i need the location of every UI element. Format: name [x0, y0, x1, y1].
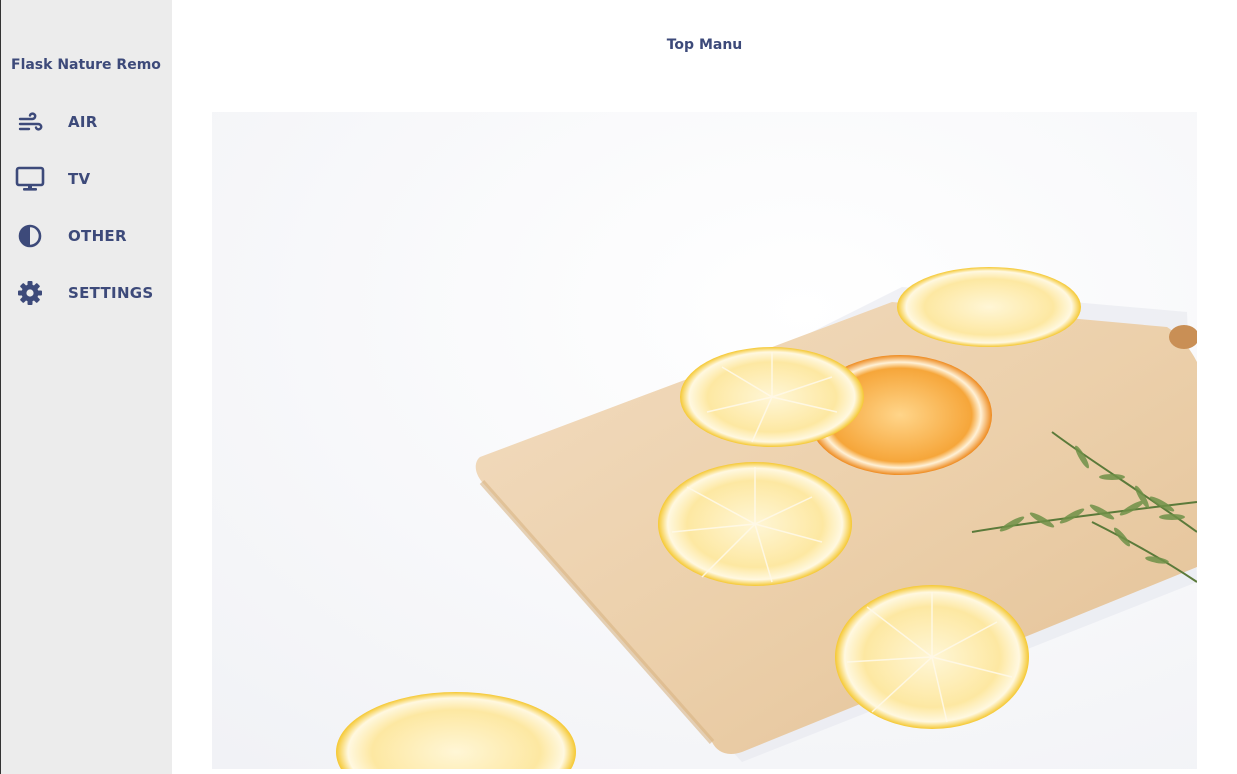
- hero-image: [212, 112, 1197, 769]
- sidebar-item-settings[interactable]: SETTINGS: [1, 271, 173, 315]
- page-title: Top Manu: [666, 37, 743, 53]
- sidebar: Flask Nature Remo AIR TV OTHER SETTINGS: [0, 0, 172, 774]
- contrast-icon: [15, 221, 45, 251]
- sidebar-item-label: OTHER: [68, 227, 127, 245]
- sidebar-item-label: SETTINGS: [68, 284, 154, 302]
- sidebar-item-other[interactable]: OTHER: [1, 214, 173, 258]
- app-brand[interactable]: Flask Nature Remo: [11, 57, 161, 73]
- sidebar-item-label: TV: [68, 170, 91, 188]
- wind-icon: [15, 107, 45, 137]
- sidebar-item-air[interactable]: AIR: [1, 100, 173, 144]
- monitor-icon: [15, 164, 45, 194]
- sidebar-item-label: AIR: [68, 113, 98, 131]
- gear-icon: [15, 278, 45, 308]
- sidebar-item-tv[interactable]: TV: [1, 157, 173, 201]
